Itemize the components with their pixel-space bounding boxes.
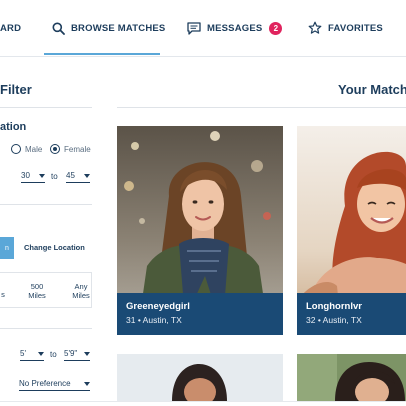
female-label: Female — [64, 145, 91, 154]
distance-option-1[interactable]: s — [0, 290, 6, 299]
unread-badge: 2 — [269, 21, 283, 35]
match-username: Greeneyedgirl — [126, 301, 190, 312]
female-radio[interactable] — [50, 144, 60, 154]
distance-option-unit: Miles — [28, 291, 46, 300]
nav-item-label: BROWSE MATCHES — [71, 22, 166, 34]
height-from-value: 5' — [20, 349, 26, 358]
current-location-label: n — [5, 244, 9, 252]
age-to-select[interactable]: 45 — [66, 169, 90, 183]
divider — [0, 401, 406, 402]
distance-option-value: Any — [74, 282, 88, 291]
distance-option-500[interactable]: 500 Miles — [24, 282, 50, 300]
matches-title: Your Matches — [338, 82, 406, 97]
divider — [0, 204, 92, 205]
male-radio[interactable] — [11, 144, 21, 154]
distance-option-unit: Miles — [72, 291, 90, 300]
nav-item-favorites[interactable]: FAVORITES — [308, 0, 383, 56]
change-location-link[interactable]: Change Location — [24, 243, 85, 252]
height-to-value: 5'9" — [64, 349, 78, 358]
chevron-down-icon — [84, 381, 90, 386]
divider — [117, 107, 406, 108]
nav-item-browse-matches[interactable]: BROWSE MATCHES — [52, 0, 165, 56]
distance-option-value: 500 — [30, 282, 44, 291]
match-details: 32 • Austin, TX — [306, 315, 362, 325]
age-to-label: to — [51, 172, 58, 181]
card-caption: Greeneyedgirl 31 • Austin, TX — [117, 293, 283, 335]
star-icon — [308, 21, 322, 34]
chat-icon — [187, 21, 201, 35]
filter-title: Filter — [0, 82, 32, 97]
match-card[interactable]: Greeneyedgirl 31 • Austin, TX — [117, 126, 283, 335]
profile-photo — [297, 354, 406, 401]
nav-item-dashboard[interactable]: ARD — [0, 0, 21, 56]
chevron-down-icon — [38, 351, 44, 356]
distance-option-any[interactable]: Any Miles — [68, 282, 94, 300]
top-nav: ARD BROWSE MATCHES MESSAGES 2 FAVORITES — [0, 0, 406, 57]
match-card[interactable] — [297, 354, 406, 401]
age-from-value: 30 — [21, 171, 30, 180]
nav-item-label: FAVORITES — [328, 22, 383, 34]
divider — [0, 328, 92, 329]
search-icon — [52, 22, 65, 35]
divider — [0, 107, 92, 108]
location-section-title: ation — [0, 121, 27, 133]
chevron-down-icon — [84, 351, 90, 356]
active-tab-indicator — [44, 53, 160, 55]
preference-select[interactable]: No Preference — [19, 377, 90, 391]
age-from-select[interactable]: 30 — [21, 169, 45, 183]
nav-item-label: ARD — [0, 22, 22, 34]
age-to-value: 45 — [66, 171, 75, 180]
chevron-down-icon — [39, 173, 45, 178]
match-details: 31 • Austin, TX — [126, 315, 182, 325]
preference-value: No Preference — [19, 379, 71, 388]
card-caption: Longhornlvr 32 • Austin, TX — [297, 293, 406, 335]
height-from-select[interactable]: 5' — [20, 347, 44, 361]
match-card[interactable] — [117, 354, 283, 401]
profile-photo — [117, 354, 283, 401]
current-location-button[interactable]: n — [0, 237, 14, 259]
distance-option-text: s — [1, 290, 5, 299]
nav-item-label: MESSAGES — [207, 22, 263, 34]
nav-item-messages[interactable]: MESSAGES 2 — [187, 0, 283, 56]
height-to-label: to — [50, 350, 57, 359]
height-to-select[interactable]: 5'9" — [64, 347, 90, 361]
male-label: Male — [25, 145, 43, 154]
match-card[interactable]: Longhornlvr 32 • Austin, TX — [297, 126, 406, 335]
match-username: Longhornlvr — [306, 301, 362, 312]
chevron-down-icon — [84, 173, 90, 178]
